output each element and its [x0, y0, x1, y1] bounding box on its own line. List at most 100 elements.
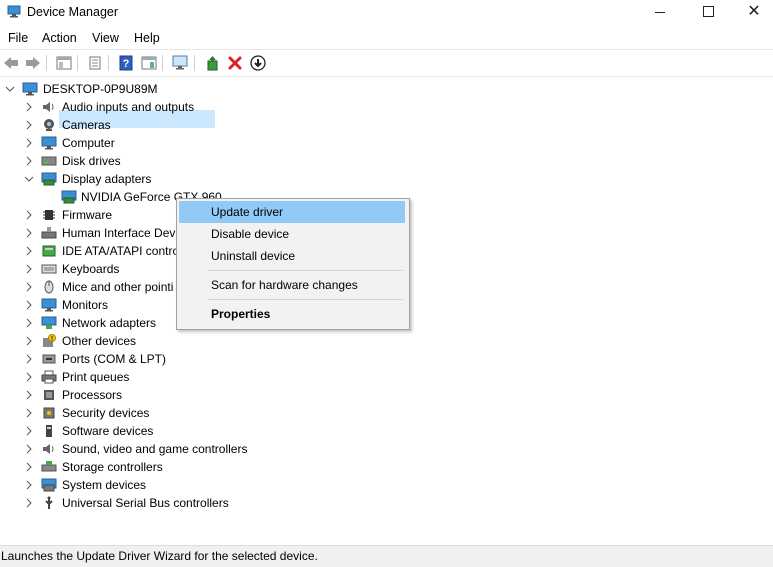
properties-icon[interactable]: [86, 54, 104, 72]
tree-category[interactable]: Sound, video and game controllers: [0, 440, 260, 458]
tree-category-label: Ports (COM & LPT): [62, 352, 167, 366]
menu-disable-device[interactable]: Disable device: [179, 223, 405, 245]
menu-uninstall-device[interactable]: Uninstall device: [179, 245, 405, 267]
forward-arrow-icon[interactable]: [24, 54, 42, 72]
menu-scan-hardware-label: Scan for hardware changes: [211, 278, 358, 292]
chevron-right-icon[interactable]: [24, 98, 34, 116]
tree-category[interactable]: Software devices: [0, 422, 260, 440]
tree-category[interactable]: Cameras: [0, 116, 260, 134]
printer-icon: [41, 370, 57, 384]
tree-category-label: Human Interface Devi: [62, 226, 179, 240]
tree-category-label: Software devices: [62, 424, 154, 438]
chevron-right-icon[interactable]: [24, 296, 34, 314]
tree-root[interactable]: DESKTOP-0P9U89M: [0, 80, 200, 98]
tree-category-label: Mice and other pointi: [62, 280, 174, 294]
chevron-right-icon[interactable]: [24, 224, 34, 242]
toolbar-separator: [194, 55, 195, 71]
tree-category[interactable]: ! Other devices: [0, 332, 260, 350]
menu-file[interactable]: File: [8, 31, 28, 45]
disable-icon[interactable]: [249, 54, 267, 72]
storage-controller-icon: [41, 460, 57, 474]
mouse-icon: [41, 280, 57, 294]
update-driver-icon[interactable]: [203, 54, 221, 72]
menu-scan-hardware[interactable]: Scan for hardware changes: [179, 274, 405, 296]
status-bar: Launches the Update Driver Wizard for th…: [0, 545, 773, 567]
tree-category-label: Keyboards: [62, 262, 120, 276]
chevron-right-icon[interactable]: [24, 440, 34, 458]
tree-category-label: Sound, video and game controllers: [62, 442, 248, 456]
device-manager-app-icon: [7, 5, 21, 18]
show-hide-console-tree-icon[interactable]: [55, 54, 73, 72]
disk-drive-icon: [41, 154, 57, 168]
keyboard-icon: [41, 262, 57, 276]
tree-category[interactable]: System devices: [0, 476, 260, 494]
uninstall-icon[interactable]: [226, 54, 244, 72]
software-device-icon: [41, 424, 57, 438]
security-device-icon: [41, 406, 57, 420]
action-pane-icon[interactable]: [140, 54, 158, 72]
tree-root-label: DESKTOP-0P9U89M: [43, 82, 158, 96]
computer-icon: [22, 82, 38, 96]
toolbar-separator: [46, 55, 47, 71]
chevron-right-icon[interactable]: [24, 422, 34, 440]
display-adapter-icon: [61, 190, 77, 204]
tree-category[interactable]: Computer: [0, 134, 260, 152]
tree-category[interactable]: Ports (COM & LPT): [0, 350, 260, 368]
menu-properties[interactable]: Properties: [179, 303, 405, 325]
chevron-down-icon[interactable]: [24, 170, 34, 188]
toolbar: ?: [0, 49, 773, 77]
chevron-right-icon[interactable]: [24, 386, 34, 404]
minimize-button[interactable]: [637, 0, 683, 26]
menu-action[interactable]: Action: [42, 31, 77, 45]
tree-category-label: Disk drives: [62, 154, 121, 168]
menu-help[interactable]: Help: [134, 31, 160, 45]
tree-category[interactable]: Audio inputs and outputs: [0, 98, 260, 116]
chevron-right-icon[interactable]: [24, 134, 34, 152]
chevron-right-icon[interactable]: [24, 458, 34, 476]
chevron-right-icon[interactable]: [24, 368, 34, 386]
menu-view[interactable]: View: [92, 31, 119, 45]
tree-category-label: Security devices: [62, 406, 150, 420]
chevron-right-icon[interactable]: [24, 278, 34, 296]
chevron-right-icon[interactable]: [24, 494, 34, 512]
tree-category-label: Other devices: [62, 334, 137, 348]
tree-category-label: Storage controllers: [62, 460, 163, 474]
chip-icon: [41, 208, 57, 222]
usb-icon: [41, 496, 57, 510]
system-device-icon: [41, 478, 57, 492]
tree-category-label: Universal Serial Bus controllers: [62, 496, 229, 510]
maximize-button[interactable]: [686, 0, 732, 26]
menu-update-driver[interactable]: Update driver: [179, 201, 405, 223]
network-adapter-icon: [41, 316, 57, 330]
tree-category[interactable]: Storage controllers: [0, 458, 260, 476]
chevron-right-icon[interactable]: [24, 476, 34, 494]
chevron-right-icon[interactable]: [24, 350, 34, 368]
tree-category[interactable]: Security devices: [0, 404, 260, 422]
close-button[interactable]: ✕: [731, 0, 773, 26]
chevron-right-icon[interactable]: [24, 152, 34, 170]
tree-category[interactable]: Universal Serial Bus controllers: [0, 494, 260, 512]
back-arrow-icon[interactable]: [2, 54, 20, 72]
help-icon[interactable]: ?: [117, 54, 135, 72]
chevron-right-icon[interactable]: [24, 314, 34, 332]
toolbar-separator: [77, 55, 78, 71]
tree-category-label: System devices: [62, 478, 147, 492]
menu-properties-label: Properties: [211, 307, 271, 321]
chevron-right-icon[interactable]: [24, 116, 34, 134]
scan-hardware-icon[interactable]: [171, 54, 189, 72]
tree-category[interactable]: Display adapters: [0, 170, 260, 188]
port-icon: [41, 352, 57, 366]
toolbar-separator: [108, 55, 109, 71]
tree-category[interactable]: Print queues: [0, 368, 260, 386]
chevron-down-icon[interactable]: [5, 80, 15, 98]
chevron-right-icon[interactable]: [24, 332, 34, 350]
tree-category-label: Monitors: [62, 298, 109, 312]
chevron-right-icon[interactable]: [24, 260, 34, 278]
window-title: Device Manager: [27, 5, 119, 19]
chevron-right-icon[interactable]: [24, 206, 34, 224]
tree-category[interactable]: Disk drives: [0, 152, 260, 170]
menu-separator: [207, 299, 403, 300]
tree-category[interactable]: Processors: [0, 386, 260, 404]
chevron-right-icon[interactable]: [24, 404, 34, 422]
chevron-right-icon[interactable]: [24, 242, 34, 260]
